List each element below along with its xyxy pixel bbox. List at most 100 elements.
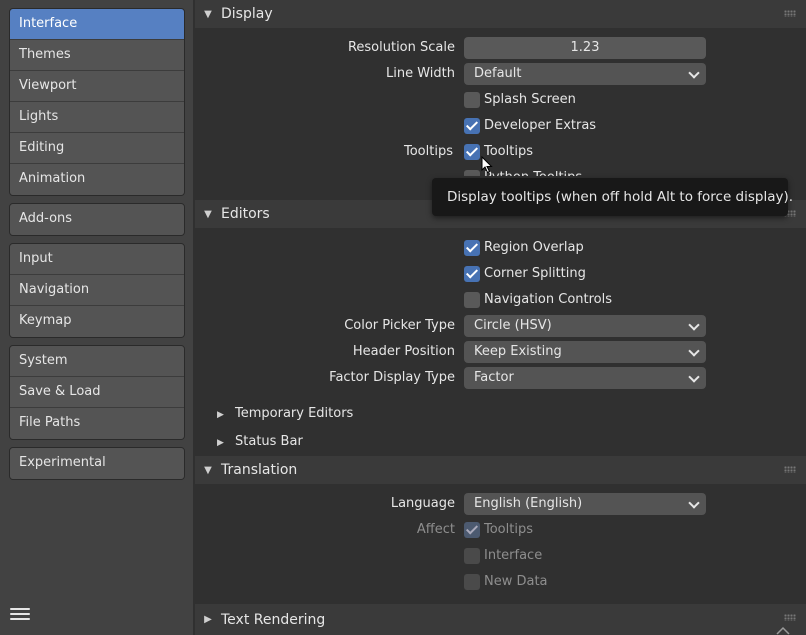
nav-group-main: Interface Themes Viewport Lights Editing… — [9, 8, 185, 196]
affect-interface-label[interactable]: Interface — [484, 544, 542, 568]
developer-extras-label[interactable]: Developer Extras — [484, 114, 596, 138]
header-position-label: Header Position — [352, 344, 455, 359]
navigation-controls-label[interactable]: Navigation Controls — [484, 288, 612, 312]
chevron-down-icon — [688, 367, 700, 389]
expand-right-icon: ▶ — [217, 438, 224, 448]
sidebar-item-keymap[interactable]: Keymap — [10, 306, 184, 337]
row-python-tooltips: Python Tooltips — [195, 166, 806, 176]
tooltips-checkbox[interactable] — [464, 144, 480, 160]
sidebar: Interface Themes Viewport Lights Editing… — [0, 0, 193, 635]
header-position-value: Keep Existing — [474, 344, 562, 359]
chevron-down-icon — [688, 493, 700, 515]
scroll-up-icon[interactable] — [776, 626, 790, 635]
affect-new-data-checkbox[interactable] — [464, 574, 480, 590]
sidebar-item-animation[interactable]: Animation — [10, 164, 184, 195]
row-region-overlap: Region Overlap — [195, 236, 806, 260]
header-position-dropdown[interactable]: Keep Existing — [464, 341, 706, 363]
nav-group-experimental: Experimental — [9, 447, 185, 480]
resolution-scale-label: Resolution Scale — [347, 40, 455, 55]
line-width-label: Line Width — [386, 66, 455, 81]
sidebar-item-input[interactable]: Input — [10, 244, 184, 275]
chevron-down-icon — [688, 63, 700, 85]
expand-right-icon: ▶ — [217, 410, 224, 420]
tooltips-row-label: Tooltips — [404, 144, 453, 159]
language-dropdown[interactable]: English (English) — [464, 493, 706, 515]
affect-label: Affect — [416, 522, 455, 537]
drag-grip-icon[interactable] — [784, 10, 796, 17]
row-resolution-scale: Resolution Scale 1.23 — [195, 36, 806, 60]
region-overlap-checkbox[interactable] — [464, 240, 480, 256]
line-width-dropdown[interactable]: Default — [464, 63, 706, 85]
row-developer-extras: Developer Extras — [195, 114, 806, 138]
row-line-width: Line Width Default — [195, 62, 806, 86]
factor-display-type-value: Factor — [474, 370, 514, 385]
corner-splitting-label[interactable]: Corner Splitting — [484, 262, 586, 286]
developer-extras-checkbox[interactable] — [464, 118, 480, 134]
subpanel-status-bar[interactable]: ▶ Status Bar — [217, 430, 303, 454]
subpanel-title: Status Bar — [235, 434, 303, 449]
affect-new-data-label[interactable]: New Data — [484, 570, 548, 594]
sidebar-item-file-paths[interactable]: File Paths — [10, 408, 184, 439]
sidebar-item-experimental[interactable]: Experimental — [10, 448, 184, 479]
panel-body-translation: Language English (English) Affect Toolti… — [195, 484, 806, 604]
row-tooltips: Tooltips Tooltips — [195, 140, 806, 164]
factor-display-type-label: Factor Display Type — [329, 370, 455, 385]
panel-header-translation[interactable]: ▼ Translation — [195, 456, 806, 484]
nav-group-input: Input Navigation Keymap — [9, 243, 185, 338]
factor-display-type-dropdown[interactable]: Factor — [464, 367, 706, 389]
panel-title: Display — [221, 6, 273, 22]
subpanel-temporary-editors[interactable]: ▶ Temporary Editors — [217, 402, 353, 426]
panel-header-text-rendering[interactable]: ▶ Text Rendering — [195, 604, 806, 635]
sidebar-item-interface[interactable]: Interface — [10, 9, 184, 40]
chevron-down-icon — [688, 315, 700, 337]
language-label: Language — [390, 496, 455, 511]
color-picker-type-label: Color Picker Type — [344, 318, 455, 333]
sidebar-item-navigation[interactable]: Navigation — [10, 275, 184, 306]
panel-title: Text Rendering — [221, 611, 326, 628]
color-picker-type-dropdown[interactable]: Circle (HSV) — [464, 315, 706, 337]
row-navigation-controls: Navigation Controls — [195, 288, 806, 312]
subpanel-title: Temporary Editors — [235, 406, 354, 421]
row-affect-tooltips: Affect Tooltips — [195, 518, 806, 542]
navigation-controls-checkbox[interactable] — [464, 292, 480, 308]
affect-interface-checkbox[interactable] — [464, 548, 480, 564]
corner-splitting-checkbox[interactable] — [464, 266, 480, 282]
affect-tooltips-label[interactable]: Tooltips — [484, 518, 533, 542]
sidebar-item-themes[interactable]: Themes — [10, 40, 184, 71]
python-tooltips-label[interactable]: Python Tooltips — [484, 166, 582, 176]
chevron-down-icon — [688, 341, 700, 363]
region-overlap-label[interactable]: Region Overlap — [484, 236, 584, 260]
expand-down-icon: ▼ — [204, 208, 212, 220]
row-color-picker-type: Color Picker Type Circle (HSV) — [195, 314, 806, 338]
row-corner-splitting: Corner Splitting — [195, 262, 806, 286]
drag-grip-icon[interactable] — [784, 614, 796, 621]
nav-group-system: System Save & Load File Paths — [9, 345, 185, 440]
mouse-cursor-icon — [481, 156, 493, 174]
sidebar-item-save-load[interactable]: Save & Load — [10, 377, 184, 408]
splash-screen-checkbox[interactable] — [464, 92, 480, 108]
language-value: English (English) — [474, 496, 583, 511]
python-tooltips-checkbox[interactable] — [464, 170, 480, 176]
expand-down-icon: ▼ — [204, 8, 212, 20]
tooltip-popup: Display tooltips (when off hold Alt to f… — [432, 178, 793, 216]
sidebar-item-viewport[interactable]: Viewport — [10, 71, 184, 102]
sidebar-item-add-ons[interactable]: Add-ons — [10, 204, 184, 235]
row-header-position: Header Position Keep Existing — [195, 340, 806, 364]
line-width-value: Default — [474, 66, 522, 81]
sidebar-item-lights[interactable]: Lights — [10, 102, 184, 133]
drag-grip-icon[interactable] — [784, 466, 796, 473]
row-affect-interface: Interface — [195, 544, 806, 568]
row-splash-screen: Splash Screen — [195, 88, 806, 112]
sidebar-item-editing[interactable]: Editing — [10, 133, 184, 164]
color-picker-type-value: Circle (HSV) — [474, 318, 552, 333]
panel-header-display[interactable]: ▼ Display — [195, 0, 806, 28]
panel-body-editors: Region Overlap Corner Splitting Navigati… — [195, 228, 806, 456]
panel-title: Translation — [221, 462, 298, 478]
splash-screen-label[interactable]: Splash Screen — [484, 88, 576, 112]
row-factor-display-type: Factor Display Type Factor — [195, 366, 806, 390]
resolution-scale-field[interactable]: 1.23 — [464, 37, 706, 59]
affect-tooltips-checkbox[interactable] — [464, 522, 480, 538]
hamburger-icon[interactable] — [10, 603, 32, 625]
preferences-window: Interface Themes Viewport Lights Editing… — [0, 0, 806, 635]
sidebar-item-system[interactable]: System — [10, 346, 184, 377]
